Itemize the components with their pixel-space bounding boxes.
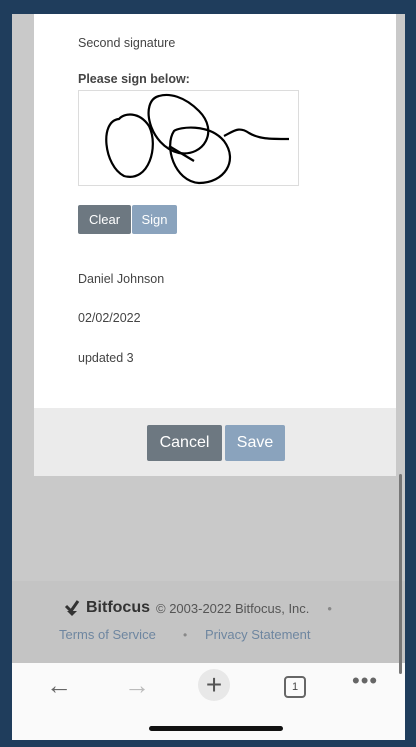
scrollbar[interactable] xyxy=(399,474,402,674)
sign-prompt: Please sign below: xyxy=(78,72,190,86)
phone-screen: Second signature Please sign below: Clea… xyxy=(12,14,405,740)
brand-row: Bitfocus © 2003-2022 Bitfocus, Inc. • xyxy=(64,599,332,617)
signature-pad[interactable] xyxy=(78,90,299,186)
bitfocus-logo-icon xyxy=(64,600,80,616)
name-value: Daniel Johnson xyxy=(78,272,165,286)
new-tab-icon[interactable]: + xyxy=(198,669,230,701)
signature-modal: Second signature Please sign below: Clea… xyxy=(34,14,396,476)
separator-dot: • xyxy=(183,628,188,642)
date-value: 02/02/2022 xyxy=(78,311,141,325)
terms-link[interactable]: Terms of Service xyxy=(59,627,156,642)
section-title: Second signature xyxy=(78,36,176,50)
home-indicator xyxy=(149,726,283,731)
signature-drawing xyxy=(105,93,290,185)
more-icon[interactable]: ••• xyxy=(352,668,378,694)
privacy-link[interactable]: Privacy Statement xyxy=(205,627,311,642)
clear-button[interactable]: Clear xyxy=(78,205,131,234)
sign-button[interactable]: Sign xyxy=(132,205,177,234)
cancel-button[interactable]: Cancel xyxy=(147,425,222,461)
save-button[interactable]: Save xyxy=(225,425,285,461)
back-icon[interactable]: ← xyxy=(46,670,72,701)
tabs-button[interactable]: 1 xyxy=(284,676,306,698)
brand-name: Bitfocus xyxy=(86,599,150,616)
copyright: © 2003-2022 Bitfocus, Inc. xyxy=(156,600,310,616)
note-value: updated 3 xyxy=(78,351,134,365)
page-footer xyxy=(12,581,405,663)
separator-dot: • xyxy=(327,600,332,616)
forward-icon[interactable]: → xyxy=(124,670,150,701)
